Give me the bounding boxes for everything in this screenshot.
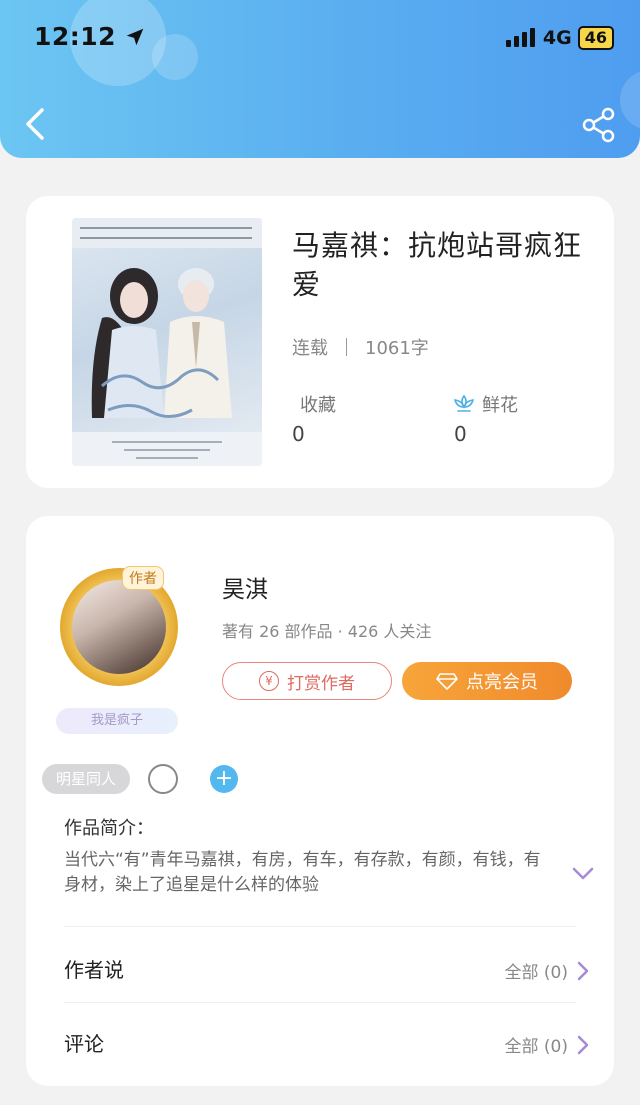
status-time-text: 12:12 bbox=[34, 22, 117, 51]
favorites-count: 0 bbox=[292, 422, 305, 446]
comments-count: 全部 (0) bbox=[504, 1037, 568, 1057]
book-cover[interactable] bbox=[72, 218, 262, 466]
add-tag-button[interactable]: + bbox=[210, 765, 239, 793]
expand-intro-button[interactable] bbox=[572, 866, 594, 882]
status-indicators: 4G 46 bbox=[505, 26, 614, 50]
word-count: 1061字 bbox=[365, 338, 429, 359]
author-card: 作者 我是疯子 昊淇 著有 26 部作品 · 426 人关注 ¥ 打赏作者 点亮… bbox=[26, 516, 614, 1086]
flowers-label: 鲜花 bbox=[482, 395, 518, 416]
tag-row: 明星同人 + bbox=[42, 764, 239, 794]
section-divider bbox=[64, 926, 576, 927]
comments-title: 评论 bbox=[64, 1032, 104, 1056]
author-name[interactable]: 昊淇 bbox=[222, 570, 268, 604]
book-status: 连载 bbox=[292, 338, 328, 359]
tag-empty-circle[interactable] bbox=[148, 764, 179, 794]
tag-category[interactable]: 明星同人 bbox=[42, 764, 131, 794]
activate-vip-label: 点亮会员 bbox=[466, 672, 538, 693]
chevron-right-icon bbox=[577, 1035, 589, 1054]
flowers-count: 0 bbox=[454, 422, 467, 446]
header-bubble-decoration bbox=[152, 34, 198, 80]
status-time: 12:12 bbox=[34, 22, 146, 51]
meta-divider bbox=[346, 338, 347, 356]
share-icon bbox=[582, 107, 615, 143]
intro-text: 当代六“有”青年马嘉祺，有房，有车，有存款，有颜，有钱，有身材，染上了追星是什么… bbox=[64, 850, 541, 895]
avatar-image bbox=[72, 580, 166, 674]
chevron-right-icon bbox=[577, 961, 589, 980]
activate-vip-button[interactable]: 点亮会员 bbox=[402, 662, 572, 700]
diamond-icon bbox=[436, 673, 458, 690]
favorites-button[interactable]: 收藏 bbox=[300, 391, 336, 417]
author-notes-title: 作者说 bbox=[64, 958, 124, 982]
author-notes-count: 全部 (0) bbox=[504, 963, 568, 983]
author-badge: 作者 bbox=[122, 566, 164, 590]
comments-all-button[interactable]: 全部 (0) bbox=[505, 1032, 590, 1057]
signal-icon bbox=[505, 28, 535, 47]
author-avatar[interactable]: 作者 bbox=[54, 566, 182, 696]
tip-author-button[interactable]: ¥ 打赏作者 bbox=[222, 662, 392, 700]
network-type: 4G bbox=[542, 27, 572, 49]
favorites-label: 收藏 bbox=[300, 395, 336, 416]
yen-icon: ¥ bbox=[259, 671, 279, 691]
persona-tag: 我是疯子 bbox=[56, 708, 178, 734]
header-bubble-decoration bbox=[620, 70, 640, 130]
book-title: 马嘉祺：抗炮站哥疯狂爱 bbox=[292, 229, 583, 301]
book-cover-image bbox=[72, 218, 262, 466]
tip-author-label: 打赏作者 bbox=[287, 673, 355, 694]
section-divider bbox=[64, 1002, 576, 1003]
intro-label: 作品简介： bbox=[64, 818, 154, 839]
book-meta: 连载 1061字 bbox=[292, 334, 429, 360]
author-notes-all-button[interactable]: 全部 (0) bbox=[505, 958, 590, 983]
battery-icon: 46 bbox=[577, 26, 614, 50]
chevron-down-icon bbox=[572, 867, 594, 880]
book-info-card: 马嘉祺：抗炮站哥疯狂爱 连载 1061字 收藏 0 鲜花 0 bbox=[26, 196, 614, 488]
location-arrow-icon bbox=[126, 28, 144, 45]
plus-icon: + bbox=[214, 766, 234, 791]
chevron-left-icon bbox=[26, 108, 44, 140]
author-stats: 著有 26 部作品 · 426 人关注 bbox=[222, 622, 432, 641]
back-button[interactable] bbox=[20, 104, 56, 144]
flower-icon bbox=[453, 394, 475, 412]
flowers-button[interactable]: 鲜花 bbox=[452, 391, 518, 417]
share-button[interactable] bbox=[580, 106, 618, 144]
top-header: 12:12 4G 46 bbox=[0, 0, 640, 158]
